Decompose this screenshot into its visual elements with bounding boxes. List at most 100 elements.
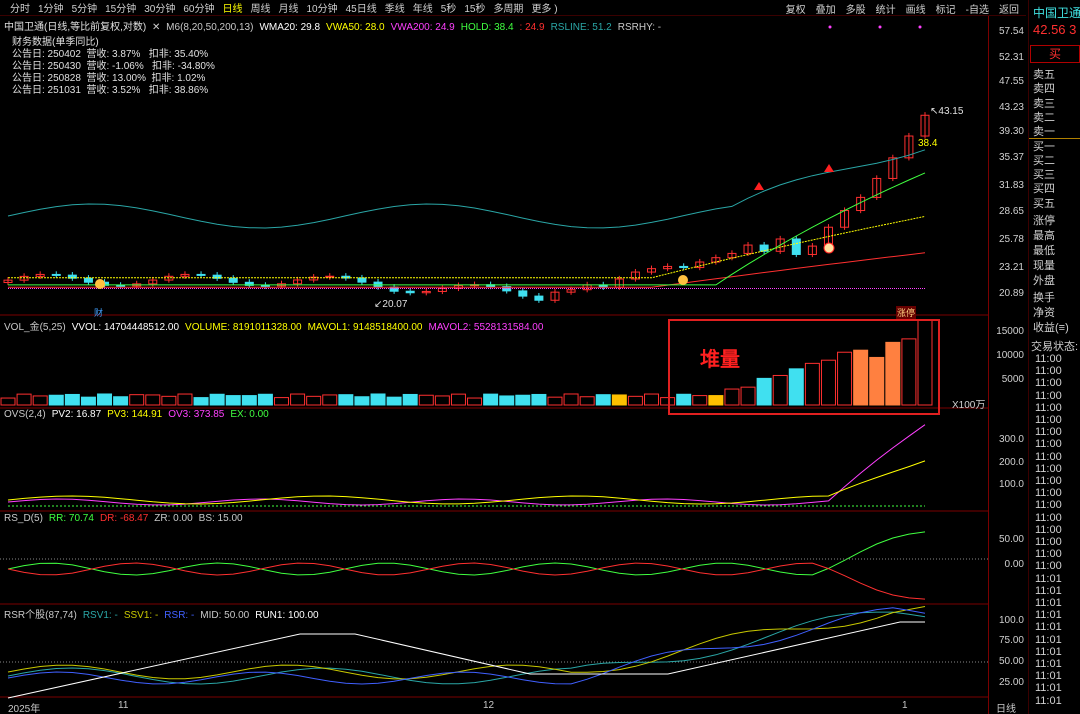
y-tick-label: 300.0 (998, 434, 1024, 445)
indicator-line (7, 562, 926, 600)
indicator-value: EX: 0.00 (230, 409, 269, 420)
period-tab[interactable]: 60分钟 (179, 0, 218, 15)
indicator-value: VOLUME: 8191011328.00 (185, 322, 302, 333)
toolbar-action[interactable]: 标记 (931, 1, 961, 16)
period-tab[interactable]: 5秒 (437, 0, 461, 15)
volume-bar (241, 395, 257, 406)
y-tick-label: 50.00 (998, 534, 1024, 545)
indicator-value: MID: 50.00 (200, 610, 250, 621)
y-tick-label: 100.0 (998, 479, 1024, 490)
volume-bar (113, 396, 129, 406)
tick-time: 11:01 (1035, 682, 1062, 695)
tick-time: 11:00 (1035, 536, 1062, 548)
buy-button[interactable]: 买 (1030, 45, 1080, 63)
event-marker (95, 279, 105, 289)
period-tab[interactable]: 15秒 (460, 0, 489, 15)
y-tick-label: 0.00 (1004, 559, 1024, 570)
indicator-value: MAVOL2: 5528131584.00 (428, 322, 544, 333)
toolbar-action[interactable]: 画线 (901, 1, 931, 16)
volume-bar (402, 393, 418, 406)
tick-time: 11:00 (1035, 426, 1062, 439)
hold-label: 38.4 (918, 138, 938, 149)
indicator-value: RSV1: - (82, 610, 118, 621)
y-tick-label: 15000 (996, 326, 1024, 337)
toolbar-action[interactable]: 复权 (781, 1, 811, 16)
period-tab[interactable]: 日线 (219, 0, 247, 15)
indicator-value: SSV1: - (123, 610, 159, 621)
period-tab[interactable]: 15分钟 (101, 0, 140, 15)
event-marker (823, 242, 835, 254)
current-price: 42.56 3 (1033, 22, 1077, 37)
y-tick-label: 10000 (996, 350, 1024, 361)
stat-row: 最低 (1033, 245, 1055, 257)
stat-row: 换手 (1033, 292, 1055, 304)
up-triangle-marker (754, 182, 764, 190)
tick-time: 11:00 (1035, 475, 1062, 487)
low-price-label: ↙20.07 (374, 299, 408, 310)
indicator-value: VVOL: 14704448512.00 (71, 322, 180, 333)
volume-bar (322, 394, 338, 406)
period-tab[interactable]: 1分钟 (34, 0, 68, 15)
candle-body (679, 265, 689, 269)
volume-bar (97, 393, 113, 406)
period-tab[interactable]: 季线 (381, 0, 409, 15)
stat-row: 收益(≡) (1033, 322, 1069, 334)
volume-bar (145, 394, 161, 406)
volume-bar (627, 395, 643, 406)
indicator-line (7, 460, 926, 505)
ma-line (8, 172, 926, 286)
ma-line (7, 149, 926, 229)
volume-bar (338, 394, 354, 406)
candle-body (228, 277, 238, 283)
period-tab[interactable]: 多周期 (489, 0, 527, 15)
period-tab[interactable]: 月线 (275, 0, 303, 15)
tick-time: 11:00 (1035, 450, 1062, 463)
period-tab[interactable]: 10分钟 (303, 0, 342, 15)
indicator-line (7, 531, 926, 576)
period-tab[interactable]: 年线 (409, 0, 437, 15)
toolbar-action[interactable]: -自选 (961, 1, 994, 16)
indicator-value: RSR个股(87,74) (4, 610, 77, 621)
volume-bar (483, 393, 499, 406)
volume-bar (531, 393, 547, 406)
period-toolbar: 分时 1分钟 5分钟 15分钟 30分钟 60分钟 日线 周线 月线 10分钟 45日线 季线 年线 5秒… (0, 0, 1026, 16)
tick-time: 11:00 (1035, 377, 1062, 390)
toolbar-action[interactable]: 统计 (871, 1, 901, 16)
tick-time: 11:00 (1035, 438, 1062, 451)
period-tab[interactable]: 周线 (247, 0, 275, 15)
tick-time: 11:01 (1035, 645, 1062, 658)
volume-bar (467, 397, 483, 406)
up-triangle-marker (824, 164, 834, 172)
high-price-label: ↖43.15 (930, 106, 964, 117)
candle-body (534, 295, 544, 301)
volume-bar (354, 396, 370, 406)
ovs-indicators: OVS(2,4) PV2: 16.87 PV3: 144.91 OV3: 373.85… (4, 409, 275, 420)
period-tab[interactable]: 45日线 (342, 0, 381, 15)
y-tick-label: 200.0 (998, 457, 1024, 468)
candle-body (405, 290, 415, 294)
volume-bar (225, 395, 241, 406)
volume-unit: X100万 (952, 400, 986, 411)
period-tab[interactable]: 更多 ) (527, 0, 561, 15)
tick-time: 11:00 (1035, 511, 1062, 524)
indicator-value: PV3: 144.91 (107, 409, 163, 420)
y-tick-label: 75.00 (998, 635, 1024, 646)
limit-up-marker: 涨停 (896, 306, 917, 319)
toolbar-action[interactable]: 多股 (841, 1, 871, 16)
period-tab[interactable]: 5分钟 (68, 0, 102, 15)
period-tab[interactable]: 30分钟 (140, 0, 179, 15)
tick-time: 11:01 (1035, 584, 1062, 597)
indicator-value: RS_D(5) (4, 513, 43, 524)
toolbar-action[interactable]: 返回 (994, 1, 1024, 16)
indicator-value: PV2: 16.87 (51, 409, 102, 420)
toolbar-action[interactable]: 叠加 (811, 1, 841, 16)
volume-indicators: VOL_金(5,25) VVOL: 14704448512.00 VOLUME: 8… (4, 318, 549, 333)
tick-time: 11:00 (1035, 548, 1062, 561)
volume-bar (386, 396, 402, 406)
candle-body (51, 273, 61, 276)
indicator-value: BS: 15.00 (198, 513, 243, 524)
volume-bar (129, 394, 145, 406)
period-tab[interactable]: 分时 (6, 0, 34, 15)
volume-bar (547, 396, 563, 406)
run-line (7, 621, 925, 699)
